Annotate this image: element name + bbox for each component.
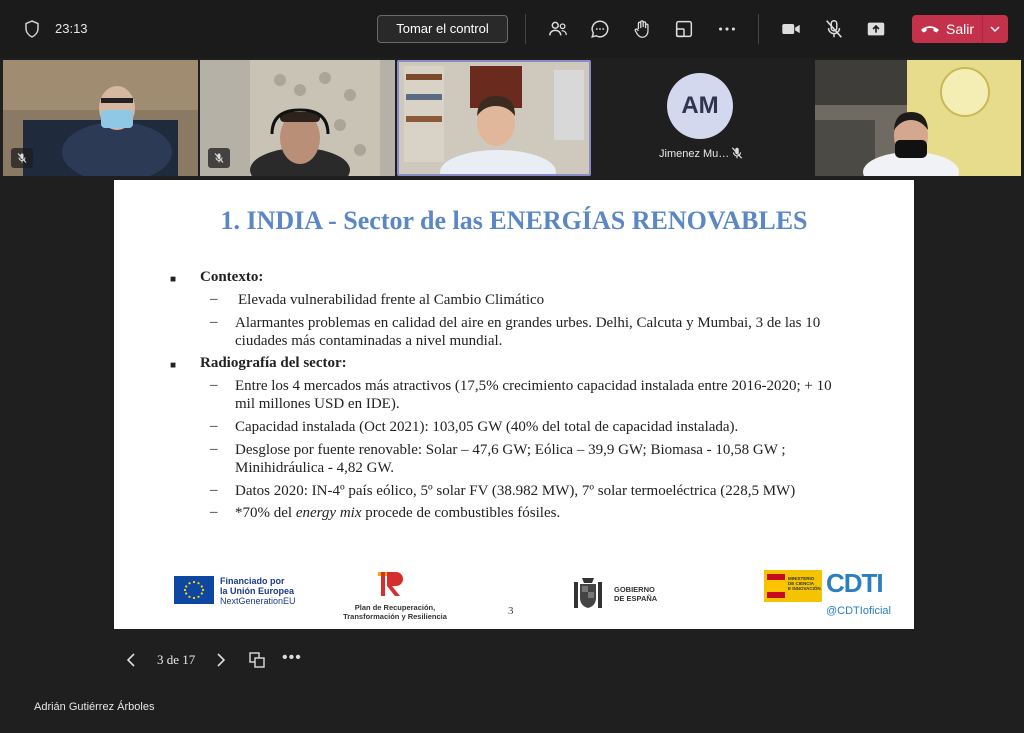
gob-text-line: DE ESPAÑA: [614, 594, 658, 603]
dash-marker: –: [210, 314, 218, 330]
list-item-text: procede de combustibles fósiles.: [361, 505, 561, 521]
leave-divider: [982, 15, 983, 43]
dash-marker: –: [210, 441, 218, 457]
mic-off-icon: [214, 153, 224, 163]
take-control-button[interactable]: Tomar el control: [377, 15, 508, 43]
participant-name: Jimenez Mu…: [659, 148, 730, 160]
muted-badge: [208, 148, 230, 168]
list-item: *70% del energy mix procede de combustib…: [235, 504, 845, 522]
meeting-toolbar: 23:13 Tomar el control Salir: [0, 0, 1024, 58]
plan-text-line: Plan de Recuperación,: [354, 603, 436, 612]
eu-funding-logo-text: Financiado por la Unión Europea NextGene…: [220, 576, 296, 606]
recovery-plan-logo: [378, 572, 403, 596]
dash-marker: –: [210, 482, 218, 498]
ministry-logo-text: MINISTERIO DE CIENCIA E INNOVACIÓN: [788, 576, 821, 591]
cdti-logo: CDTI: [826, 568, 884, 598]
active-speaker-border: [397, 60, 591, 176]
slide-page-indicator: 3 de 17: [157, 652, 196, 667]
chat-icon[interactable]: [588, 17, 612, 41]
eu-text-line: NextGenerationEU: [220, 596, 296, 606]
slide-grid-icon[interactable]: [248, 651, 266, 669]
muted-badge: [11, 148, 33, 168]
raise-hand-icon[interactable]: [631, 17, 655, 41]
participant-video-tile[interactable]: [815, 60, 1021, 176]
slide-title: 1. INDIA - Sector de las ENERGÍAS RENOVA…: [220, 206, 808, 235]
plan-text-line: Transformación y Resiliencia: [343, 612, 447, 621]
people-icon[interactable]: [546, 17, 570, 41]
phone-icon: [921, 26, 939, 33]
leave-button[interactable]: Salir: [912, 15, 1008, 43]
spain-flag-stripe: [767, 580, 785, 592]
list-item: Elevada vulnerabilidad frente al Cambio …: [238, 292, 545, 308]
recovery-plan-text: Plan de Recuperación, Transformación y R…: [334, 603, 456, 621]
ministry-text-line: E INNOVACIÓN: [788, 586, 821, 591]
dash-marker: –: [210, 377, 218, 393]
list-item: Alarmantes problemas en calidad del aire…: [235, 315, 821, 349]
list-item: Desglose por fuente renovable: Solar – 4…: [235, 442, 786, 476]
dash-marker: –: [210, 418, 218, 434]
chevron-down-icon[interactable]: [989, 23, 1001, 35]
bullet-marker: ■: [170, 360, 177, 371]
slide-number: 3: [508, 605, 514, 617]
section-heading-radiography: Radiografía del sector:: [200, 355, 347, 371]
toolbar-divider: [758, 14, 759, 44]
mic-off-icon[interactable]: [822, 17, 846, 41]
previous-slide-icon[interactable]: [122, 651, 140, 669]
participant-video: [815, 60, 1021, 176]
list-item: Entre los 4 mercados más atractivos (17,…: [235, 378, 832, 412]
list-item-emphasis: energy mix: [295, 505, 362, 521]
participant-video-tile[interactable]: [3, 60, 198, 176]
list-item: Capacidad instalada (Oct 2021): 103,05 G…: [235, 419, 739, 435]
section-heading-context: Contexto:: [200, 269, 264, 285]
government-logo-text: GOBIERNO DE ESPAÑA: [614, 585, 657, 603]
shared-slide: 1. INDIA - Sector de las ENERGÍAS RENOVA…: [114, 180, 914, 629]
more-icon[interactable]: [715, 17, 739, 41]
next-slide-icon[interactable]: [212, 651, 230, 669]
gob-text-line: GOBIERNO: [614, 585, 655, 594]
eu-text-line: Financiado por: [220, 576, 285, 586]
toolbar-divider: [525, 14, 526, 44]
bullet-marker: ■: [170, 274, 177, 285]
leave-label: Salir: [946, 21, 975, 37]
camera-icon[interactable]: [779, 17, 803, 41]
list-item: Datos 2020: IN-4º país eólico, 5º solar …: [235, 483, 796, 499]
spain-crest-logo: [574, 578, 602, 608]
shield-icon: [25, 20, 39, 38]
participant-video-tile[interactable]: [200, 60, 395, 176]
slide-more-button[interactable]: •••: [282, 650, 304, 669]
share-tray-icon[interactable]: [672, 17, 696, 41]
avatar[interactable]: AM: [667, 73, 733, 139]
cdti-handle: @CDTIoficial: [826, 605, 891, 617]
mic-off-icon: [17, 153, 27, 163]
dash-marker: –: [210, 291, 218, 307]
presenter-name: Adrián Gutiérrez Árboles: [34, 701, 155, 713]
eu-flag-logo: [174, 576, 214, 604]
meeting-timer: 23:13: [55, 21, 88, 36]
ministry-logo: MINISTERIO DE CIENCIA E INNOVACIÓN: [764, 570, 822, 602]
list-item-text: *70% del: [235, 505, 296, 521]
dash-marker: –: [210, 504, 218, 520]
share-icon[interactable]: [864, 17, 888, 41]
mic-off-icon: [731, 147, 743, 159]
eu-text-line: la Unión Europea: [220, 586, 295, 596]
